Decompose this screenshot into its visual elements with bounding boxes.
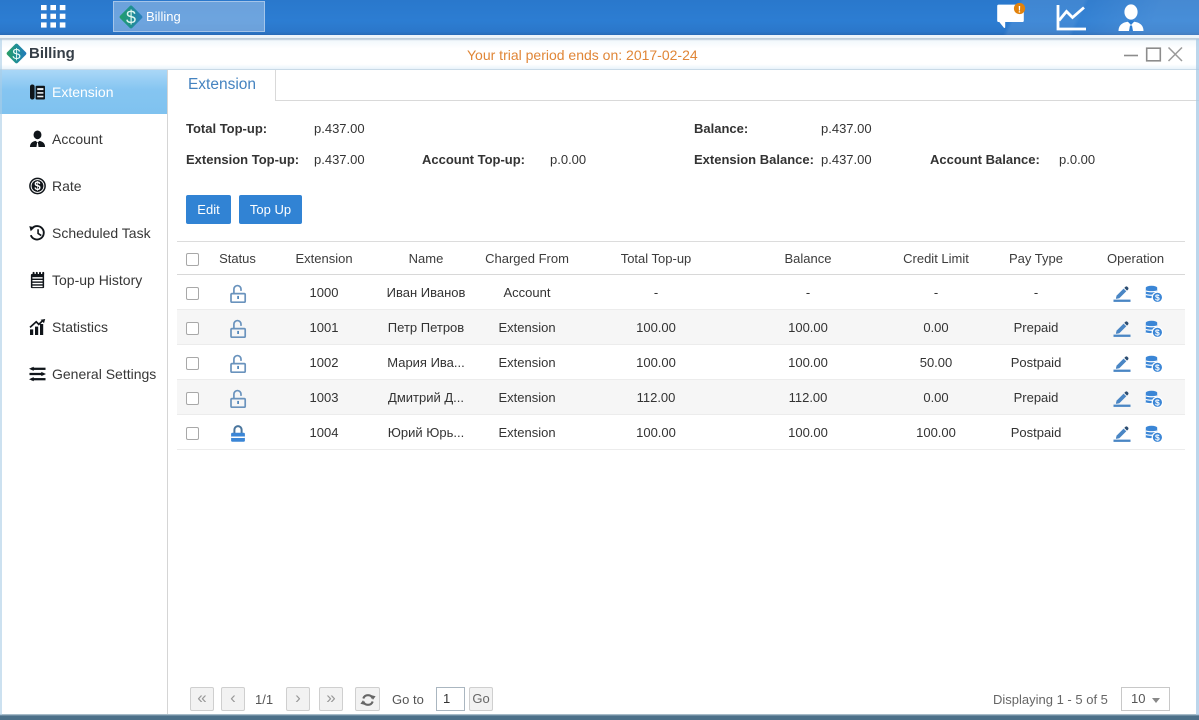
svg-text:$: $ [1155,433,1160,443]
svg-text:$: $ [12,47,21,63]
svg-text:!: ! [1018,4,1021,15]
svg-text:$: $ [1155,328,1160,338]
svg-text:$: $ [1155,398,1160,408]
svg-text:$: $ [126,7,136,27]
svg-text:$: $ [1155,363,1160,373]
svg-text:$: $ [34,181,41,193]
svg-text:$: $ [1155,293,1160,303]
